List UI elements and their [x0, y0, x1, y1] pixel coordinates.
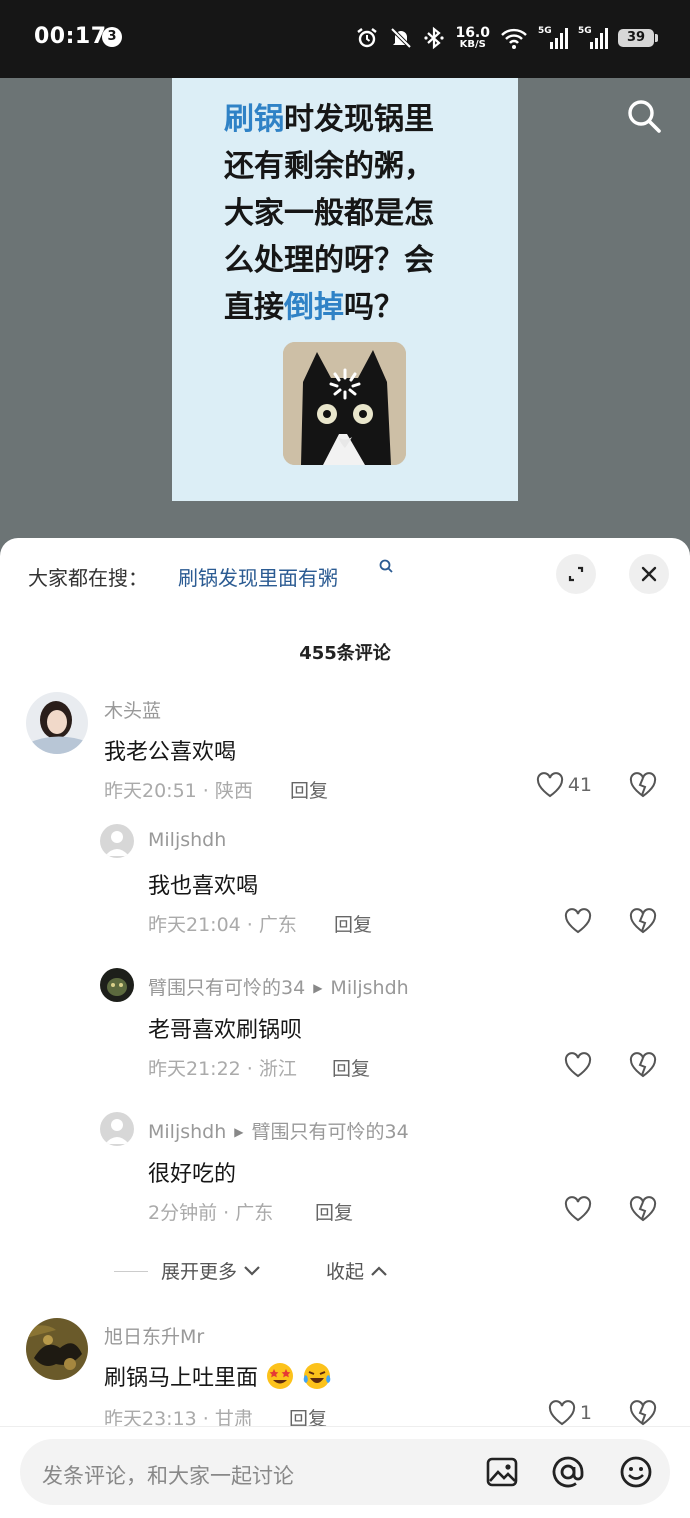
like-button[interactable]: 1 — [548, 1400, 592, 1426]
dislike-button[interactable] — [629, 1400, 657, 1426]
expand-icon — [568, 566, 584, 582]
comment-input[interactable]: 发条评论，和大家一起讨论 — [20, 1439, 670, 1505]
reply-arrow-icon: ▶ — [234, 1125, 244, 1139]
heart-icon — [536, 772, 563, 798]
like-button[interactable] — [564, 1052, 592, 1078]
comment-text: 老哥喜欢刷锅呗 — [148, 1018, 303, 1043]
signal-bars-icon — [590, 28, 608, 49]
comment-author[interactable]: 臂围只有可怜的34 ▶ Miljshdh — [148, 973, 409, 1000]
comment-author[interactable]: Miljshdh ▶ 臂围只有可怜的34 — [148, 1117, 409, 1144]
bluetooth-icon — [424, 26, 445, 50]
signal-5g-2: 5G — [578, 26, 608, 50]
post-image: 刷锅时发现锅里 还有剩余的粥， 大家一般都是怎 么处理的呀？会 直接倒掉吗？ — [172, 78, 518, 501]
collapse-button[interactable]: 收起 — [326, 1257, 388, 1284]
alarm-icon — [357, 28, 378, 48]
avatar[interactable] — [26, 1318, 88, 1380]
avatar[interactable] — [100, 1112, 134, 1146]
dislike-button[interactable] — [629, 1052, 657, 1078]
comment-meta: 昨天21:04 · 广东 — [148, 914, 297, 936]
network-speed: 16.0 KB/S — [455, 25, 490, 50]
like-button[interactable]: 41 — [536, 772, 592, 798]
chevron-up-icon — [371, 1265, 387, 1276]
comment-text: 很好吃的 — [148, 1162, 237, 1187]
chevron-down-icon — [244, 1265, 260, 1276]
dislike-button[interactable] — [629, 908, 657, 934]
mute-bell-icon — [391, 27, 412, 49]
reply-arrow-icon: ▶ — [313, 981, 323, 995]
status-icons: 16.0 KB/S 5G 5G 39 — [355, 22, 658, 54]
expand-fullscreen-button[interactable] — [556, 554, 596, 594]
comment-input-placeholder: 发条评论，和大家一起讨论 — [42, 1464, 294, 1488]
comment-author[interactable]: 旭日东升Mr — [104, 1322, 204, 1349]
comment-author[interactable]: 木头蓝 — [104, 696, 161, 723]
reply-button[interactable]: 回复 — [315, 1198, 353, 1225]
divider — [114, 1271, 148, 1272]
comment-text: 我老公喜欢喝 — [104, 740, 237, 765]
replies-controls: 展开更多 收起 — [0, 1257, 690, 1287]
comments-count: 455条评论 — [299, 643, 391, 664]
expand-more-button[interactable]: 展开更多 — [161, 1257, 261, 1284]
avatar[interactable] — [26, 692, 88, 754]
search-icon[interactable] — [624, 96, 664, 136]
video-player[interactable]: 刷锅时发现锅里 还有剩余的粥， 大家一般都是怎 么处理的呀？会 直接倒掉吗？ — [0, 78, 690, 558]
everyone-searching-label: 大家都在搜： — [28, 566, 148, 590]
like-button[interactable] — [564, 908, 592, 934]
small-search-icon[interactable] — [378, 558, 394, 574]
cat-meme-image — [283, 342, 406, 465]
reply-button[interactable]: 回复 — [334, 910, 372, 937]
comment-meta: 昨天21:22 · 浙江 — [148, 1058, 297, 1080]
reply-button[interactable]: 回复 — [290, 776, 328, 803]
status-time: 00:17 — [34, 24, 107, 49]
comment-author[interactable]: Miljshdh — [148, 829, 226, 851]
post-text: 刷锅时发现锅里 还有剩余的粥， 大家一般都是怎 么处理的呀？会 直接倒掉吗？ — [224, 102, 434, 325]
close-icon — [641, 566, 657, 582]
battery-icon: 39 — [618, 29, 658, 47]
comment-sheet: 大家都在搜： 刷锅发现里面有粥 455条评论 木头蓝 我老公喜欢喝 昨天20:5… — [0, 538, 690, 1518]
like-button[interactable] — [564, 1196, 592, 1222]
mention-icon[interactable] — [550, 1454, 586, 1490]
avatar[interactable] — [100, 824, 134, 858]
like-count: 41 — [567, 774, 592, 796]
suggested-search-link[interactable]: 刷锅发现里面有粥 — [178, 562, 338, 591]
signal-bars-icon — [550, 28, 568, 49]
comment-text: 我也喜欢喝 — [148, 874, 259, 899]
image-icon[interactable] — [484, 1454, 520, 1490]
close-button[interactable] — [629, 554, 669, 594]
status-bar: 00:17 3 16.0 KB/S 5G 5G 39 — [0, 0, 690, 78]
signal-5g-1: 5G — [538, 26, 568, 50]
comment-text: 刷锅马上吐里面 — [104, 1360, 332, 1392]
wifi-icon — [501, 28, 527, 49]
dislike-button[interactable] — [629, 1196, 657, 1222]
comment-meta: 昨天20:51 · 陕西 — [104, 780, 253, 802]
like-count: 1 — [579, 1402, 592, 1424]
comment-input-bar: 发条评论，和大家一起讨论 — [0, 1426, 690, 1518]
comment-meta: 2分钟前 · 广东 — [148, 1202, 274, 1224]
reply-button[interactable]: 回复 — [332, 1054, 370, 1081]
heart-icon — [548, 1400, 575, 1426]
dislike-button[interactable] — [629, 772, 657, 798]
avatar[interactable] — [100, 968, 134, 1002]
laughing-tears-emoji-icon — [303, 1363, 331, 1389]
emoji-icon[interactable] — [618, 1454, 654, 1490]
star-struck-emoji-icon — [267, 1363, 294, 1389]
notification-badge: 3 — [102, 27, 122, 47]
